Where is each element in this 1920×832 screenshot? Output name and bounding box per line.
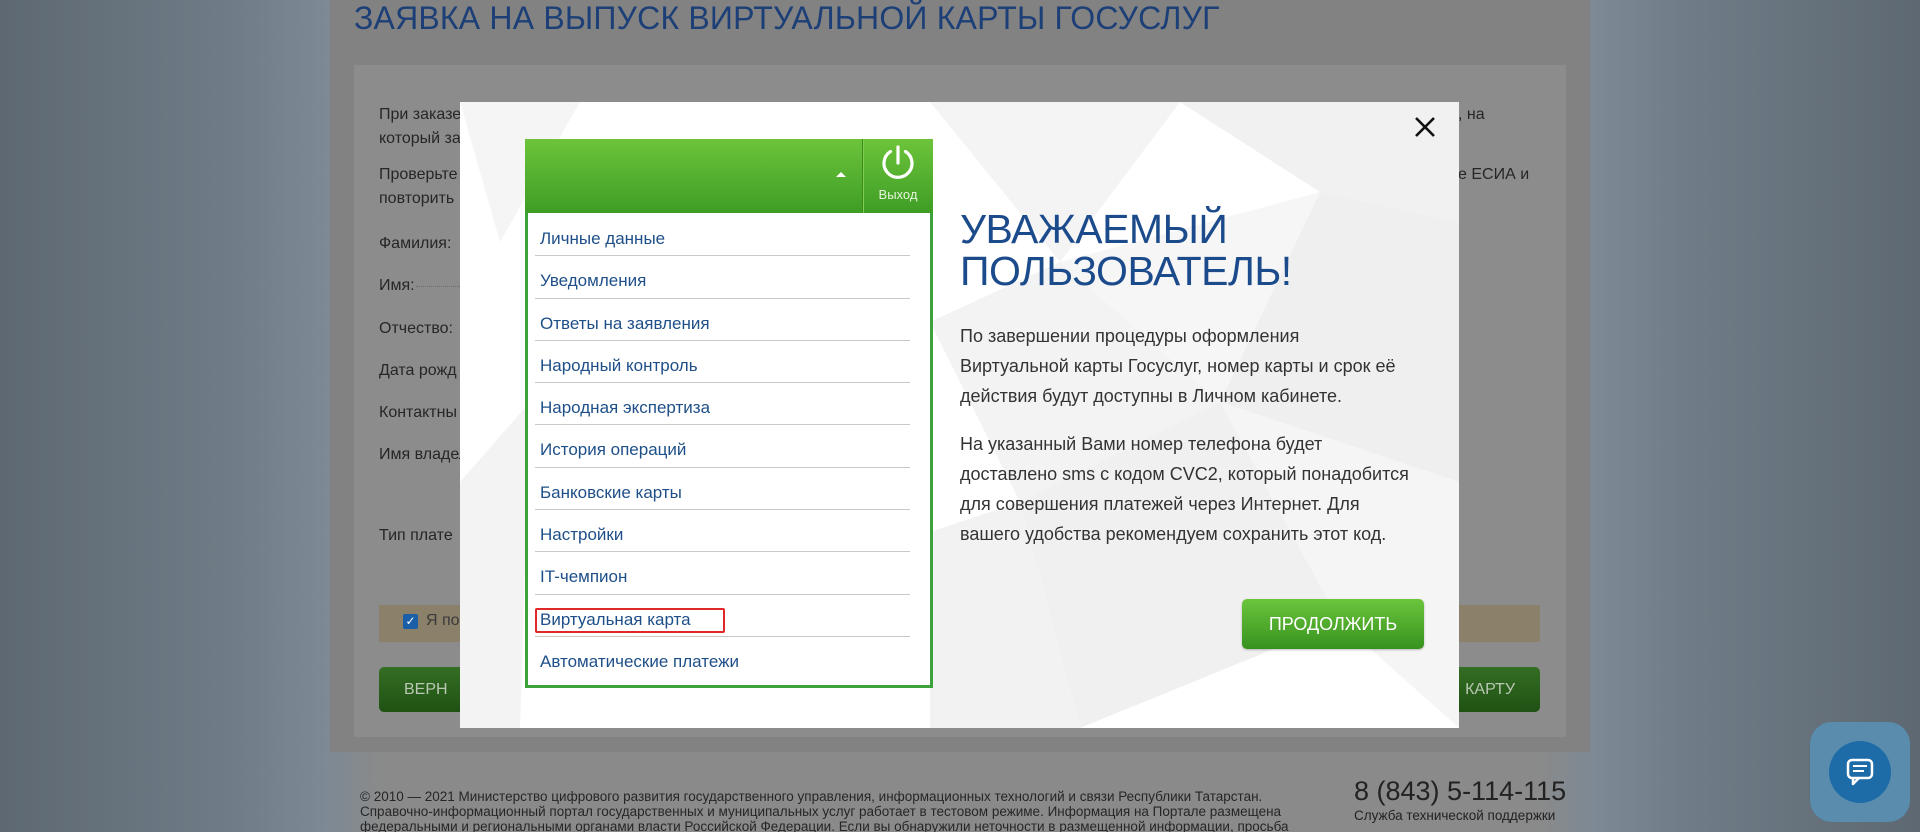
menu-item-label: Личные данные bbox=[540, 229, 666, 248]
menu-item-label: Народный контроль bbox=[540, 355, 698, 375]
menu-item-label: Ответы на заявления bbox=[540, 313, 710, 333]
menu-item-settings[interactable]: Настройки bbox=[535, 510, 910, 553]
field-label-name: Имя: bbox=[379, 277, 415, 294]
field-label-contacts: Контактны bbox=[379, 404, 457, 421]
footer-copyright: © 2010 — 2021 Министерство цифрового раз… bbox=[360, 789, 1320, 832]
menu-item-application-replies[interactable]: Ответы на заявления bbox=[535, 299, 910, 341]
menu-item-it-champion[interactable]: IT-чемпион bbox=[535, 552, 910, 595]
footer-notice-line: федеральными и региональными органами вл… bbox=[360, 819, 1289, 832]
highlight-frame bbox=[535, 607, 725, 633]
continue-button[interactable]: Продолжить bbox=[1242, 599, 1424, 649]
check-text-line2: повторить bbox=[379, 190, 455, 207]
menu-item-notifications[interactable]: Уведомления bbox=[535, 256, 910, 299]
field-label-surname: Фамилия: bbox=[379, 235, 452, 252]
menu-item-label: Уведомления bbox=[540, 271, 647, 291]
account-menu-header: Выход bbox=[525, 139, 933, 213]
menu-item-label: Банковские карты bbox=[540, 482, 682, 502]
menu-item-label: IT-чемпион bbox=[540, 567, 628, 587]
field-label-patronymic: Отчество: bbox=[379, 320, 453, 337]
field-underline bbox=[416, 286, 460, 287]
menu-item-label: Настройки bbox=[540, 525, 624, 545]
intro-text-end: , на bbox=[1458, 106, 1485, 123]
logout-button[interactable]: Выход bbox=[863, 139, 933, 213]
check-text-start: Проверьте bbox=[379, 166, 458, 183]
menu-item-virtual-card[interactable]: Виртуальная карта bbox=[535, 595, 910, 637]
modal-paragraph-sms-info: На указанный Вами номер телефона будет д… bbox=[960, 434, 1409, 544]
agreement-text: Я по bbox=[426, 612, 460, 629]
menu-item-public-expertise[interactable]: Народная экспертиза bbox=[535, 383, 910, 426]
modal-close-button[interactable] bbox=[1410, 112, 1440, 142]
check-text-end: е ЕСИА и bbox=[1458, 166, 1530, 183]
close-icon bbox=[1415, 117, 1435, 137]
account-menu-list: Личные данные Уведомления Ответы на заяв… bbox=[535, 214, 910, 679]
menu-caret-icon[interactable] bbox=[836, 172, 846, 177]
support-phone[interactable]: 8 (843) 5-114-115 bbox=[1354, 776, 1566, 807]
agreement-checkbox[interactable]: ✓ bbox=[403, 614, 418, 629]
modal-heading: Уважаемый пользователь! bbox=[960, 206, 1292, 294]
chat-icon-circle bbox=[1829, 741, 1891, 803]
field-label-payment-type: Тип плате bbox=[379, 527, 453, 544]
support-label: Служба технической поддержки bbox=[1354, 808, 1556, 823]
intro-text-start: При заказе bbox=[379, 106, 462, 123]
field-label-holder: Имя владел bbox=[379, 446, 469, 463]
virtual-card-modal: Выход Личные данные Уведомления Ответы н… bbox=[460, 102, 1459, 728]
power-icon bbox=[882, 145, 914, 179]
menu-item-label: История операций bbox=[540, 440, 687, 460]
menu-item-label: Автоматические платежи bbox=[540, 651, 739, 671]
menu-item-public-control[interactable]: Народный контроль bbox=[535, 341, 910, 384]
page-title: ЗАЯВКА НА ВЫПУСК ВИРТУАЛЬНОЙ КАРТЫ ГОСУС… bbox=[354, 0, 1220, 36]
menu-item-operation-history[interactable]: История операций bbox=[535, 425, 910, 468]
menu-item-bank-cards[interactable]: Банковские карты bbox=[535, 468, 910, 511]
menu-item-personal-data[interactable]: Личные данные bbox=[535, 214, 910, 257]
chat-icon bbox=[1846, 758, 1874, 786]
intro-text-line2: который за bbox=[379, 130, 461, 147]
field-label-birthdate: Дата рожд bbox=[379, 362, 457, 379]
chat-widget-button[interactable] bbox=[1810, 722, 1910, 822]
menu-item-label: Народная экспертиза bbox=[540, 398, 711, 418]
menu-item-auto-payments[interactable]: Автоматические платежи bbox=[535, 637, 910, 679]
footer-copyright-line: © 2010 — 2021 Министерство цифрового раз… bbox=[360, 789, 1263, 804]
modal-paragraph-card-info: По завершении процедуры оформления Вирту… bbox=[960, 326, 1396, 406]
footer-test-mode-line: Справочно-информационный портал государс… bbox=[360, 804, 1282, 819]
logout-label: Выход bbox=[878, 187, 918, 202]
